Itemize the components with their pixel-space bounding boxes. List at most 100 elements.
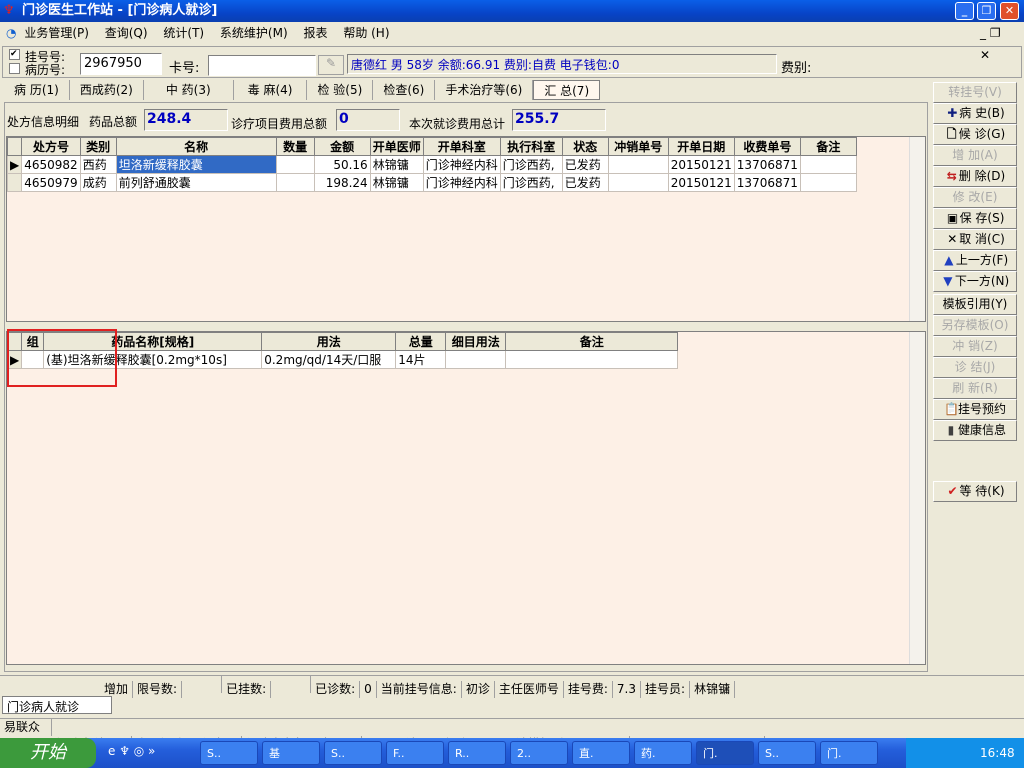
taskbar-item[interactable]: 门.	[696, 741, 754, 765]
menu-business[interactable]: 业务管理(P)	[24, 26, 89, 40]
table-cell[interactable]: 20150121	[667, 155, 735, 174]
taskbar-item[interactable]: 基	[262, 741, 320, 765]
table-cell[interactable]: 已发药	[561, 173, 609, 192]
reg-checkbox[interactable]: ✔	[9, 49, 20, 60]
table-cell[interactable]	[607, 155, 669, 174]
tab-summary[interactable]: 汇 总(7)	[533, 80, 601, 100]
column-header[interactable]: 状态	[561, 137, 609, 156]
rx-scrollbar[interactable]	[909, 137, 925, 321]
action-button-7[interactable]: ✕ 取 消(C)	[933, 229, 1017, 250]
taskbar-item[interactable]: S..	[758, 741, 816, 765]
action-button-11[interactable]: 另存模板(O)	[933, 315, 1017, 336]
detail-scrollbar[interactable]	[909, 332, 925, 664]
action-button-10[interactable]: 模板引用(Y)	[933, 294, 1017, 315]
column-header[interactable]: 类别	[79, 137, 117, 156]
column-header[interactable]: 收费单号	[733, 137, 801, 156]
action-button-6[interactable]: ▣保 存(S)	[933, 208, 1017, 229]
column-header[interactable]: 备注	[799, 137, 857, 156]
table-cell[interactable]	[505, 350, 679, 369]
column-header[interactable]: 备注	[505, 332, 679, 351]
action-button-17[interactable]: ✔ 等 待(K)	[933, 481, 1017, 502]
table-cell[interactable]: 门诊神经内科	[422, 155, 501, 174]
table-cell[interactable]	[275, 155, 315, 174]
table-cell[interactable]: 已发药	[561, 155, 609, 174]
table-cell[interactable]: 西药	[79, 155, 117, 174]
tab-record[interactable]: 病 历(1)	[4, 80, 70, 100]
column-header[interactable]: 总量	[395, 332, 447, 351]
column-header[interactable]: 开单医师	[369, 137, 424, 156]
table-cell[interactable]: 13706871	[733, 173, 801, 192]
taskbar-item[interactable]: F..	[386, 741, 444, 765]
column-header[interactable]: 用法	[261, 332, 397, 351]
table-cell[interactable]: 14片	[395, 350, 447, 369]
menu-query[interactable]: 查询(Q)	[105, 26, 148, 40]
taskbar-item[interactable]: S..	[200, 741, 258, 765]
table-cell[interactable]	[799, 155, 857, 174]
taskbar-item[interactable]: R..	[448, 741, 506, 765]
quick-launch-icons[interactable]: e ♆ ◎ »	[108, 744, 155, 758]
table-cell[interactable]	[275, 173, 315, 192]
action-button-8[interactable]: ▲ 上一方(F)	[933, 250, 1017, 271]
table-cell[interactable]: 4650982	[21, 155, 81, 174]
column-header[interactable]: 执行科室	[499, 137, 563, 156]
action-button-2[interactable]: 🗋 候 诊(G)	[933, 124, 1017, 145]
card-input[interactable]	[208, 55, 316, 76]
action-button-16[interactable]: ▮ 健康信息	[933, 420, 1017, 441]
menu-stats[interactable]: 统计(T)	[163, 26, 204, 40]
menu-reports[interactable]: 报表	[303, 26, 327, 40]
tab-exam[interactable]: 检查(6)	[373, 80, 436, 100]
action-button-5[interactable]: 修 改(E)	[933, 187, 1017, 208]
table-cell[interactable]: 前列舒通胶囊	[115, 173, 277, 192]
table-cell[interactable]	[607, 173, 669, 192]
menu-help[interactable]: 帮助 (H)	[343, 26, 389, 40]
record-checkbox[interactable]	[9, 63, 20, 74]
action-button-15[interactable]: 📋挂号预约	[933, 399, 1017, 420]
taskbar-item[interactable]: 直.	[572, 741, 630, 765]
column-header[interactable]: 细目用法	[445, 332, 507, 351]
table-cell[interactable]: 4650979	[21, 173, 81, 192]
table-cell[interactable]: 林锦镛	[369, 155, 424, 174]
table-cell[interactable]: 50.16	[313, 155, 371, 174]
table-row[interactable]: ▶ 4650982 西药 坦洛新缓释胶囊 50.16 林锦镛 门诊神经内科 门诊西药, 已发药 2…	[6, 155, 857, 174]
tab-western[interactable]: 西成药(2)	[70, 80, 144, 100]
column-header[interactable]: 名称	[115, 137, 277, 156]
column-header[interactable]: 开单日期	[667, 137, 735, 156]
menu-system[interactable]: 系统维护(M)	[220, 26, 288, 40]
taskbar-item[interactable]: 药.	[634, 741, 692, 765]
taskbar-item[interactable]: S..	[324, 741, 382, 765]
column-header[interactable]: 开单科室	[422, 137, 501, 156]
restore-button[interactable]: ❐	[977, 2, 996, 20]
column-header[interactable]: 数量	[275, 137, 315, 156]
table-cell[interactable]: 198.24	[313, 173, 371, 192]
column-header[interactable]: 冲销单号	[607, 137, 669, 156]
table-cell[interactable]: 林锦镛	[369, 173, 424, 192]
action-button-14[interactable]: 刷 新(R)	[933, 378, 1017, 399]
action-button-4[interactable]: ⇆ 删 除(D)	[933, 166, 1017, 187]
action-button-3[interactable]: 增 加(A)	[933, 145, 1017, 166]
tab-chinese[interactable]: 中 药(3)	[144, 80, 234, 100]
action-button-1[interactable]: ✚ 病 史(B)	[933, 103, 1017, 124]
taskbar-item[interactable]: 2..	[510, 741, 568, 765]
tab-lab[interactable]: 检 验(5)	[307, 80, 374, 100]
start-button[interactable]: 开始	[0, 738, 96, 768]
table-cell[interactable]: 0.2mg/qd/14天/口服	[261, 350, 397, 369]
action-button-0[interactable]: 转挂号(V)	[933, 82, 1017, 103]
tab-narcotic[interactable]: 毒 麻(4)	[234, 80, 308, 100]
action-button-12[interactable]: 冲 销(Z)	[933, 336, 1017, 357]
doc-tab[interactable]: 门诊病人就诊	[2, 696, 112, 714]
record-input[interactable]: 2967950	[80, 53, 162, 75]
card-reader-icon[interactable]: ✎	[318, 55, 344, 75]
table-cell[interactable]	[799, 173, 857, 192]
table-cell[interactable]: 门诊西药,	[499, 173, 563, 192]
action-button-9[interactable]: ▼ 下一方(N)	[933, 271, 1017, 292]
tab-surgery[interactable]: 手术治疗等(6)	[435, 80, 534, 100]
action-button-13[interactable]: 诊 结(J)	[933, 357, 1017, 378]
table-cell[interactable]: 20150121	[667, 173, 735, 192]
minimize-button[interactable]: _	[955, 2, 974, 20]
table-row[interactable]: 4650979 成药 前列舒通胶囊 198.24 林锦镛 门诊神经内科 门诊西药, 已发药 20…	[6, 173, 857, 192]
close-button[interactable]: ✕	[1000, 2, 1019, 20]
table-cell[interactable]: 门诊西药,	[499, 155, 563, 174]
table-cell[interactable]: 门诊神经内科	[422, 173, 501, 192]
taskbar-item[interactable]: 门.	[820, 741, 878, 765]
column-header[interactable]: 金额	[313, 137, 371, 156]
